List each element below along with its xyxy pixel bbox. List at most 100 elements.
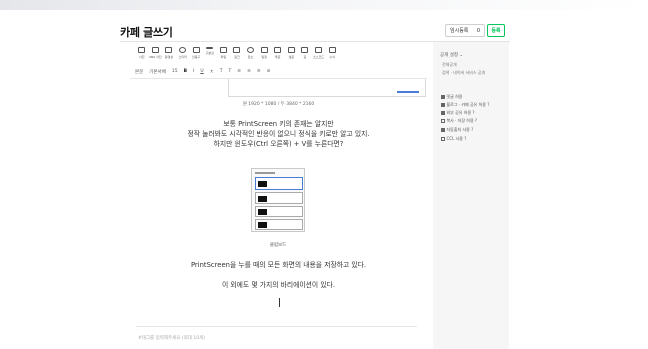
tool-video[interactable]: 동영상 xyxy=(162,47,176,67)
clip-header xyxy=(255,172,275,174)
tool-label: 장소 xyxy=(247,55,254,59)
tool-formula[interactable]: 수식 xyxy=(325,47,339,67)
paragraph-style-select[interactable]: 본문 xyxy=(135,69,143,75)
format-toolbar: 본문 기본서체 15 B I U ㅊ T T ≡ ≡ ≡ ⊘ xyxy=(135,67,270,76)
checkbox-label: 댓글 허용 xyxy=(446,94,463,99)
checkbox-icon xyxy=(441,111,445,115)
clip-item xyxy=(255,219,303,230)
image-caption-box[interactable] xyxy=(228,79,426,97)
formula-icon xyxy=(328,47,336,53)
tool-link[interactable]: 링크 xyxy=(230,47,244,67)
caption-indicator xyxy=(397,91,419,93)
tool-quote[interactable]: 인용구 xyxy=(189,47,203,67)
checkbox-label: 복사 · 저장 허용 ? xyxy=(446,118,478,123)
tag-input[interactable]: #태그를 입력해주세요 (최대 10개) xyxy=(138,335,205,341)
tool-label: 파일 xyxy=(220,55,227,59)
tag-divider xyxy=(136,326,417,327)
clip-thumb xyxy=(258,196,267,202)
checkbox-icon xyxy=(441,119,445,123)
checkbox-comments[interactable]: 댓글 허용 xyxy=(441,94,463,100)
font-size-select[interactable]: 15 xyxy=(172,69,178,74)
visibility-option-public[interactable]: 전체공개 xyxy=(442,62,457,68)
link-icon xyxy=(233,47,241,53)
tool-schedule[interactable]: 일정 xyxy=(257,47,271,67)
paragraph: PrintScreen을 누를 때의 모든 화면의 내용을 저장하고 있다. xyxy=(190,261,367,269)
settings-sidebar xyxy=(433,42,509,349)
checkbox-icon xyxy=(441,137,445,141)
divider-icon xyxy=(206,47,214,49)
checkbox-share-blog[interactable]: 블로그 · 카페 공유 허용 ? xyxy=(441,102,489,108)
tool-place[interactable]: 장소 xyxy=(244,47,258,67)
clipboard-screenshot-image[interactable] xyxy=(251,168,305,232)
image-size-caption: 원 1920 * 1080 / 두 3840 * 2160 xyxy=(242,102,315,107)
tool-divider[interactable]: 구분선 xyxy=(203,47,217,67)
paragraph: 이 외에도 몇 가지의 바리에이션이 있다. xyxy=(221,281,335,289)
tool-label: 인용구 xyxy=(192,55,201,59)
clip-thumb xyxy=(258,209,267,215)
insert-toolbar: 사진 SNS 사진 동영상 스티커 인용구 구분선 파일 링크 장소 일정 투표… xyxy=(135,47,339,67)
file-icon xyxy=(219,47,227,53)
tool-file[interactable]: 파일 xyxy=(217,47,231,67)
tool-label: 링크 xyxy=(234,55,240,59)
tool-label: 스티커 xyxy=(178,55,187,59)
strike-button[interactable]: ㅊ xyxy=(210,69,214,75)
checkbox-auto-source[interactable]: 자동출처 사용 ? xyxy=(441,127,473,133)
tool-label: 일정 xyxy=(261,55,267,59)
checkbox-label: 외부 공유 허용 ? xyxy=(446,110,475,115)
paragraph: 보통 PrintScreen 키의 존재는 알지만 xyxy=(223,120,334,128)
tool-label: 소스코드 xyxy=(312,55,325,59)
bg-color-button[interactable]: T xyxy=(229,69,232,74)
visibility-option-search[interactable]: 검색 · 네이버 서비스 공개 xyxy=(442,70,485,76)
visibility-settings-toggle[interactable]: 공개 설정 ⌄ xyxy=(440,52,463,58)
tool-survey[interactable]: 설문 xyxy=(285,47,299,67)
survey-icon xyxy=(287,47,295,53)
tool-label: 동영상 xyxy=(164,55,174,59)
tool-sticker[interactable]: 스티커 xyxy=(176,47,190,67)
sticker-icon xyxy=(179,47,187,53)
page-title: 카페 글쓰기 xyxy=(120,26,173,39)
sns-photo-icon xyxy=(151,47,159,53)
font-select[interactable]: 기본서체 xyxy=(149,69,166,75)
temp-save-label: 임시등록 xyxy=(450,28,469,34)
text-cursor xyxy=(279,298,280,307)
tool-label: 투표 xyxy=(274,55,281,59)
paragraph: 하지만 윈도우(Ctrl 오른쪽) + V를 누른다면? xyxy=(213,140,344,148)
vote-icon xyxy=(274,47,282,53)
video-icon xyxy=(165,47,173,53)
tool-label: 수식 xyxy=(329,55,335,59)
list-button[interactable]: ≡ xyxy=(257,69,261,74)
checkbox-share-external[interactable]: 외부 공유 허용 ? xyxy=(441,110,475,116)
text-color-button[interactable]: T xyxy=(220,69,223,74)
checkbox-ccl[interactable]: CCL 사용 ? xyxy=(441,136,466,142)
tool-vote[interactable]: 투표 xyxy=(271,47,285,67)
tool-photo[interactable]: 사진 xyxy=(135,47,149,67)
tool-code[interactable]: 소스코드 xyxy=(312,47,326,67)
tool-label: 구분선 xyxy=(205,51,214,55)
clip-thumb xyxy=(258,181,267,187)
map-pin-icon xyxy=(247,47,255,53)
browser-top-shade xyxy=(0,0,648,10)
line-height-button[interactable]: ≡ xyxy=(247,69,251,74)
underline-button[interactable]: U xyxy=(200,69,203,74)
calendar-icon xyxy=(260,47,268,53)
checkbox-icon xyxy=(441,95,445,99)
tool-label: 사진 xyxy=(139,55,145,59)
temp-save-button[interactable]: 임시등록 0 xyxy=(445,24,485,37)
bold-button[interactable]: B xyxy=(184,69,187,74)
italic-button[interactable]: I xyxy=(193,69,194,74)
checkbox-label: 자동출처 사용 ? xyxy=(446,127,474,132)
align-button[interactable]: ≡ xyxy=(237,69,241,74)
link-button[interactable]: ⊘ xyxy=(267,69,271,74)
tool-label: SNS 사진 xyxy=(149,55,162,59)
tool-label: 설문 xyxy=(288,55,295,59)
clipboard-caption: 클립보드 xyxy=(269,243,287,248)
clip-item xyxy=(255,206,303,217)
register-button[interactable]: 등록 xyxy=(487,24,505,37)
tool-label: 표 xyxy=(303,55,307,59)
tool-table[interactable]: 표 xyxy=(298,47,312,67)
tool-sns-photo[interactable]: SNS 사진 xyxy=(149,47,163,67)
checkbox-label: 블로그 · 카페 공유 허용 ? xyxy=(446,102,490,107)
quote-icon xyxy=(192,47,200,53)
checkbox-copy[interactable]: 복사 · 저장 허용 ? xyxy=(441,118,477,124)
clip-item xyxy=(255,177,303,190)
